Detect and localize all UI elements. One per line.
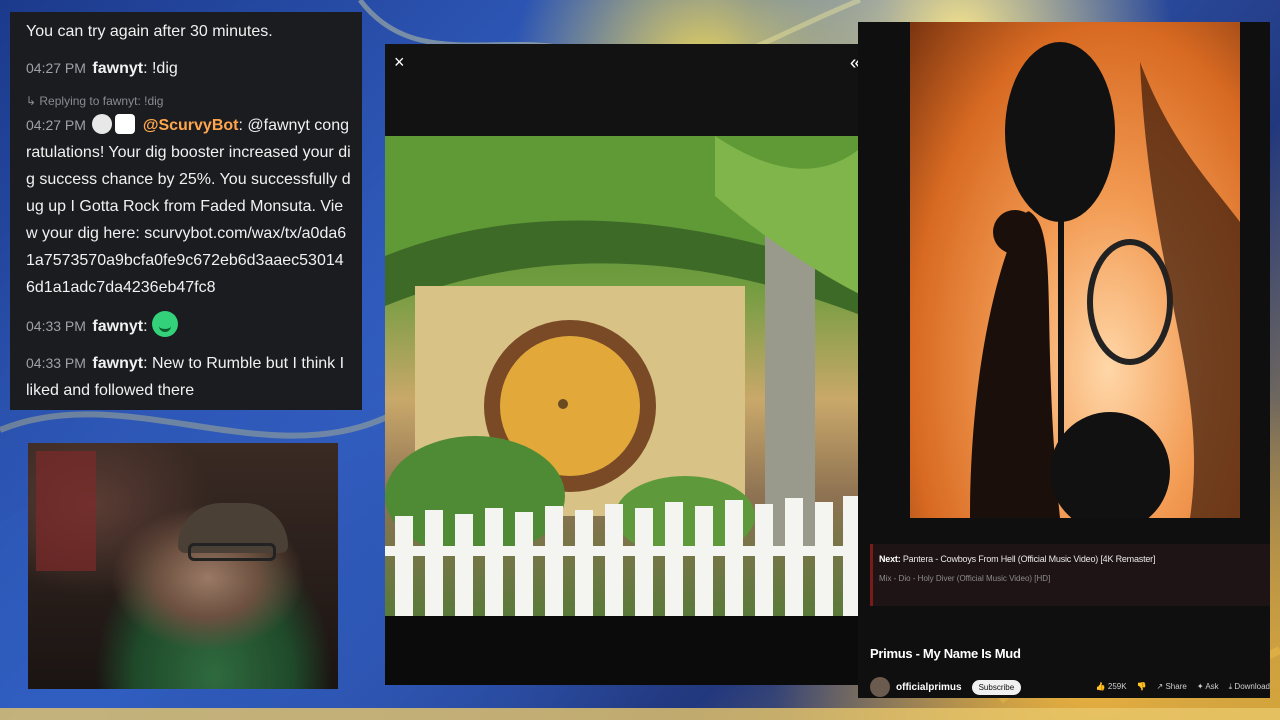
wall-poster <box>36 451 96 571</box>
chat-username[interactable]: fawnyt <box>92 318 143 335</box>
channel-name[interactable]: officialprimus <box>896 682 962 693</box>
next-video-title[interactable]: Pantera - Cowboys From Hell (Official Mu… <box>903 554 1156 564</box>
chat-message: 04:33 PM fawnyt: New to Rumble but I thi… <box>26 355 345 399</box>
video-frame <box>970 42 1240 518</box>
webcam-feed <box>28 443 338 689</box>
download-label: Download <box>1234 682 1270 691</box>
channel-row: officialprimus Subscribe 👍 259K 👎 ↗ Shar… <box>870 676 1270 698</box>
viewer-bottom-bar <box>385 616 863 685</box>
download-button[interactable]: ⤓ Download <box>1229 682 1270 692</box>
video-player[interactable] <box>910 22 1240 518</box>
up-next-box[interactable]: Next: Pantera - Cowboys From Hell (Offic… <box>870 544 1270 606</box>
reply-indicator[interactable]: ↳ Replying to fawnyt: !dig <box>26 92 352 110</box>
chat-username[interactable]: @ScurvyBot <box>143 117 239 134</box>
chat-timestamp: 04:33 PM <box>26 355 86 371</box>
chat-username[interactable]: fawnyt <box>92 60 143 77</box>
youtube-panel: Next: Pantera - Cowboys From Hell (Offic… <box>858 22 1270 698</box>
chat-message: 04:33 PM fawnyt: <box>26 311 352 340</box>
chat-message: ↳ Replying to fawnyt: !dig 04:27 PM @Scu… <box>26 92 352 296</box>
reply-text: Replying to fawnyt: !dig <box>39 94 164 108</box>
dislike-icon[interactable]: 👎 <box>1137 682 1147 692</box>
next-video-line: Next: Pantera - Cowboys From Hell (Offic… <box>879 554 1264 564</box>
chat-timestamp: 04:27 PM <box>26 117 86 133</box>
image-viewer-modal: × « <box>385 44 863 685</box>
share-button[interactable]: ↗ Share <box>1157 682 1187 692</box>
chat-message-text: @fawnyt congratulations! Your dig booste… <box>26 117 351 296</box>
robot-badge-icon <box>92 114 113 134</box>
share-label: Share <box>1165 682 1187 691</box>
bottom-edge-strip <box>0 708 1280 720</box>
hobbit-hole-photo[interactable] <box>385 136 863 616</box>
photo-illustration <box>385 136 863 616</box>
chat-message-text: You can try again after 30 minutes. <box>26 23 273 40</box>
chat-message: 04:27 PM fawnyt: !dig <box>26 60 178 77</box>
shovel-badge-icon <box>115 114 136 134</box>
mix-title[interactable]: Mix - Dio - Holy Diver (Official Music V… <box>879 574 1264 583</box>
chat-username[interactable]: fawnyt <box>92 355 143 372</box>
ask-button[interactable]: ✦ Ask <box>1197 682 1219 692</box>
video-actions: 👍 259K 👎 ↗ Share ✦ Ask ⤓ Download <box>1096 682 1270 692</box>
chat-timestamp: 04:27 PM <box>26 60 86 76</box>
like-count: 259K <box>1107 682 1127 691</box>
chat-timestamp: 04:33 PM <box>26 318 86 334</box>
close-icon[interactable]: × <box>394 52 405 73</box>
chat-message-text: !dig <box>151 60 178 77</box>
video-title: Primus - My Name Is Mud <box>870 646 1021 661</box>
live-chat-panel: You can try again after 30 minutes. 04:2… <box>10 12 362 410</box>
subscribe-button[interactable]: Subscribe <box>971 679 1022 695</box>
channel-avatar[interactable] <box>870 677 890 697</box>
streamer-glasses <box>188 543 276 561</box>
like-button[interactable]: 👍 259K <box>1096 682 1127 692</box>
chat-message: You can try again after 30 minutes. <box>26 18 352 45</box>
viewer-top-bar <box>385 44 863 136</box>
smile-emote-icon <box>151 311 178 337</box>
ask-label: Ask <box>1205 682 1219 691</box>
next-label: Next: <box>879 554 901 564</box>
